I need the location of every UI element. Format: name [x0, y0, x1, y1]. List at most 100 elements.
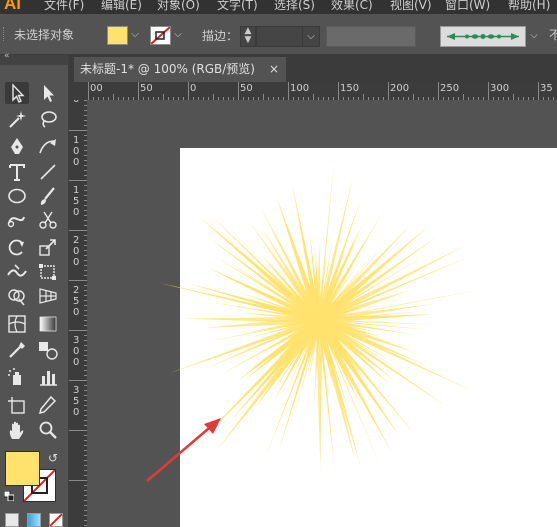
direct-selection-tool-icon[interactable]	[36, 82, 60, 104]
ruler-v-label: 0	[73, 207, 80, 218]
menu-type[interactable]: 文字(T)	[217, 0, 258, 13]
stroke-weight-input[interactable]	[256, 26, 304, 47]
blend-tool-icon[interactable]	[36, 339, 60, 361]
menu-file[interactable]: 文件(F)	[44, 0, 84, 13]
ruler-v-label: 5	[73, 296, 80, 307]
document-tab[interactable]: 未标题-1* @ 100% (RGB/预览) ×	[74, 57, 286, 82]
artboard-tool-icon[interactable]	[5, 394, 29, 416]
ruler-origin[interactable]	[69, 82, 87, 100]
paintbrush-tool-icon[interactable]	[36, 185, 60, 207]
zoom-tool-icon[interactable]	[36, 419, 60, 441]
lasso-tool-icon[interactable]	[36, 108, 60, 130]
symbol-sprayer-tool-icon[interactable]	[5, 366, 29, 388]
ruler-v-label: 2	[73, 235, 80, 246]
collapse-icon[interactable]: «	[4, 51, 10, 61]
ellipse-tool-icon[interactable]	[5, 185, 29, 207]
slice-tool-icon[interactable]	[36, 394, 60, 416]
ruler-v-label: 0	[73, 100, 79, 105]
fill-color-box[interactable]	[5, 451, 40, 486]
ruler-h-label: 200	[390, 83, 410, 94]
default-fill-stroke-icon[interactable]	[4, 491, 14, 501]
stroke-color-swatch[interactable]	[150, 26, 171, 45]
ruler-v-label: 2	[73, 285, 80, 296]
ruler-h-label: 35	[540, 83, 553, 94]
width-tool-icon[interactable]	[5, 261, 29, 283]
menu-select[interactable]: 选择(S)	[274, 0, 315, 13]
hand-tool-icon[interactable]	[5, 419, 29, 441]
none-mode-icon[interactable]	[49, 513, 63, 527]
ruler-v-label: 3	[73, 385, 80, 396]
red-arrow-annotation	[146, 418, 221, 482]
burst-center	[313, 314, 325, 326]
horizontal-ruler[interactable]: 00 50 0 50 100 150 200 250 300 35	[87, 82, 557, 100]
menu-help[interactable]: 帮助(H)	[508, 0, 550, 13]
pen-tool-icon[interactable]	[5, 135, 29, 157]
tools-panel-header[interactable]: «	[0, 51, 68, 65]
ruler-v-label: 0	[73, 307, 80, 318]
menu-object[interactable]: 对象(O)	[157, 0, 200, 13]
fill-dropdown-chevron-icon[interactable]: ⌵	[129, 26, 141, 43]
ruler-v-label: 5	[73, 396, 80, 407]
color-mode-icon[interactable]	[5, 513, 19, 527]
menu-effect[interactable]: 效果(C)	[331, 0, 373, 13]
ruler-h-label: 00	[90, 83, 103, 94]
menu-bar: Ai 文件(F) 编辑(E) 对象(O) 文字(T) 选择(S) 效果(C) 视…	[0, 0, 557, 14]
ruler-h-label: 0	[190, 83, 197, 94]
ruler-tick	[238, 82, 239, 100]
free-transform-tool-icon[interactable]	[36, 261, 60, 283]
ruler-v-label: 1	[73, 135, 80, 146]
menu-window[interactable]: 窗口(W)	[445, 0, 490, 13]
rotate-tool-icon[interactable]	[5, 237, 29, 259]
burst-ray	[315, 319, 323, 469]
ruler-h-label: 50	[140, 83, 153, 94]
brush-chevron-icon[interactable]: ⌵	[526, 26, 542, 45]
artwork-layer	[146, 157, 486, 482]
vertical-ruler[interactable]: 50100150200250300350	[69, 100, 87, 527]
ruler-h-label: 100	[290, 83, 310, 94]
type-tool-icon[interactable]	[5, 161, 29, 183]
ruler-v-label: 0	[73, 357, 80, 368]
ruler-tick	[69, 380, 87, 381]
ruler-tick	[69, 230, 87, 231]
brush-definition[interactable]	[440, 26, 526, 47]
column-graph-tool-icon[interactable]	[36, 366, 60, 388]
shaper-tool-icon[interactable]	[5, 209, 29, 231]
shape-builder-tool-icon[interactable]	[5, 285, 29, 307]
ruler-v-label: 0	[73, 346, 80, 357]
stroke-weight-chevron-icon[interactable]: ⌵	[302, 26, 320, 47]
selection-tool-icon[interactable]	[5, 82, 29, 104]
ruler-v-label: 3	[73, 335, 80, 346]
ruler-tick	[69, 280, 87, 281]
eyedropper-tool-icon[interactable]	[5, 339, 29, 361]
curvature-tool-icon[interactable]	[36, 135, 60, 157]
perspective-grid-tool-icon[interactable]	[36, 285, 60, 307]
ruler-tick	[138, 82, 139, 100]
ruler-tick	[388, 82, 389, 100]
stroke-weight-stepper[interactable]: ▲ ▼	[240, 26, 256, 47]
magic-wand-tool-icon[interactable]	[5, 108, 29, 130]
close-icon[interactable]: ×	[269, 57, 279, 82]
ruler-v-label: 5	[73, 196, 80, 207]
ruler-tick	[69, 330, 87, 331]
variable-width-profile[interactable]	[326, 26, 416, 47]
scissors-tool-icon[interactable]	[36, 209, 60, 231]
ruler-v-label: 1	[73, 185, 80, 196]
gradient-tool-icon[interactable]	[36, 313, 60, 335]
gradient-mode-icon[interactable]	[27, 513, 41, 527]
swap-fill-stroke-icon[interactable]: ↺	[48, 451, 58, 465]
ruler-tick	[69, 130, 87, 131]
ruler-tick	[438, 82, 439, 100]
scale-tool-icon[interactable]	[36, 237, 60, 259]
ruler-tick	[69, 180, 87, 181]
menu-edit[interactable]: 编辑(E)	[101, 0, 142, 13]
panel-grip[interactable]	[3, 27, 7, 41]
menu-view[interactable]: 视图(V)	[390, 0, 432, 13]
mesh-tool-icon[interactable]	[5, 313, 29, 335]
fill-color-swatch[interactable]	[107, 26, 128, 45]
ruler-h-label: 150	[340, 83, 360, 94]
line-segment-tool-icon[interactable]	[36, 161, 60, 183]
ruler-h-label: 250	[440, 83, 460, 94]
canvas-area[interactable]	[87, 100, 557, 527]
stroke-dropdown-chevron-icon[interactable]: ⌵	[172, 26, 184, 43]
ruler-v-label: 0	[73, 407, 80, 418]
